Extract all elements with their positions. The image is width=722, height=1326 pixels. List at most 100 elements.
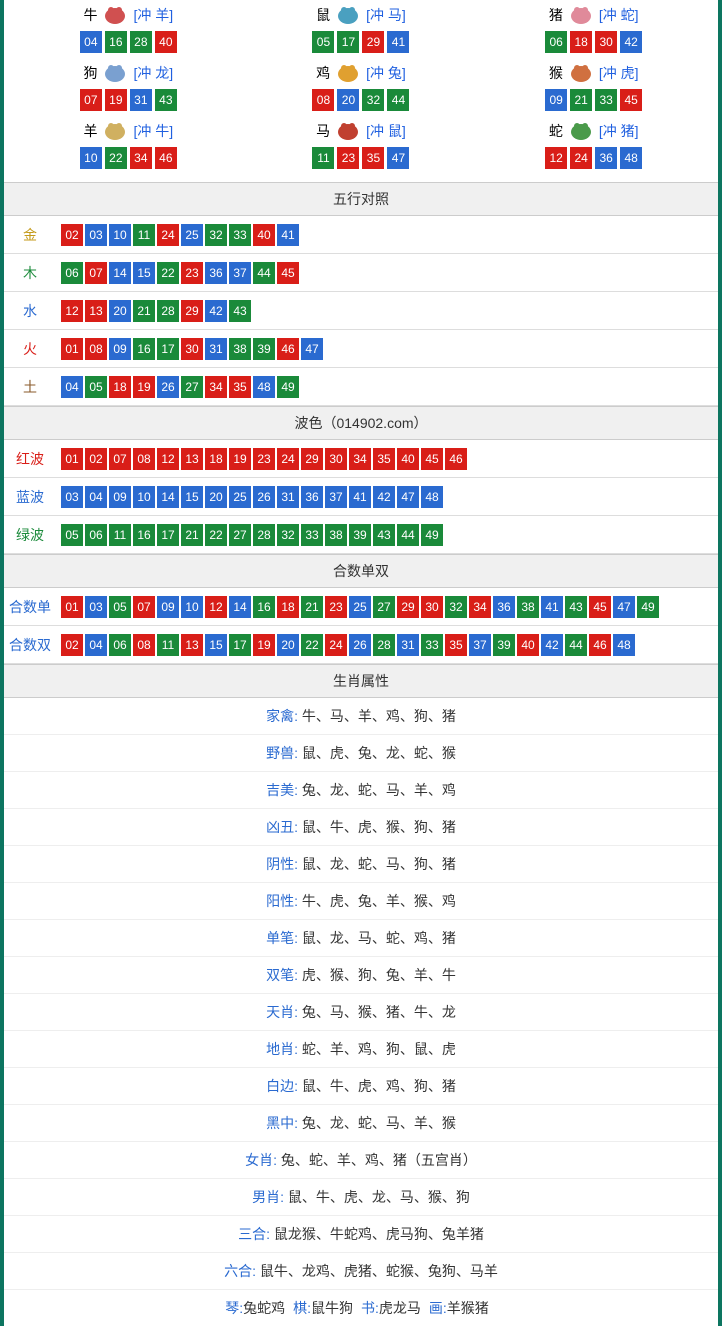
number-chip: 27: [181, 376, 203, 398]
number-chip: 35: [229, 376, 251, 398]
number-chip: 12: [545, 147, 567, 169]
number-chip: 19: [133, 376, 155, 398]
number-chip: 28: [130, 31, 152, 53]
number-chip: 09: [109, 486, 131, 508]
number-chip: 29: [362, 31, 384, 53]
bottom-label: 书:: [361, 1300, 379, 1316]
bottom-value: 虎龙马: [379, 1300, 421, 1316]
number-chip: 31: [130, 89, 152, 111]
number-chip: 29: [181, 300, 203, 322]
number-chip: 25: [229, 486, 251, 508]
number-chip: 03: [85, 596, 107, 618]
number-chip: 23: [181, 262, 203, 284]
number-chip: 48: [620, 147, 642, 169]
zodiac-name: 鸡: [316, 63, 330, 83]
number-chip: 08: [85, 338, 107, 360]
number-chip: 33: [595, 89, 617, 111]
wuxing-header: 五行对照: [4, 182, 718, 216]
zodiac-clash: [冲 龙]: [133, 63, 173, 83]
zodiac-name: 牛: [83, 5, 97, 25]
zodiac-numbers: 09213345: [477, 88, 710, 112]
attr-value: 兔、龙、蛇、马、羊、猴: [298, 1115, 456, 1131]
zodiac-clash: [冲 蛇]: [599, 5, 639, 25]
bottom-line: 琴:兔蛇鸡棋:鼠牛狗书:虎龙马画:羊猴猪: [4, 1290, 718, 1326]
row-values: 0204060811131517192022242628313335373940…: [56, 629, 718, 661]
number-chip: 49: [421, 524, 443, 546]
number-chip: 45: [589, 596, 611, 618]
number-chip: 11: [109, 524, 131, 546]
number-chip: 02: [61, 224, 83, 246]
attr-row: 阴性: 鼠、龙、蛇、马、狗、猪: [4, 846, 718, 883]
zodiac-icon: [567, 4, 595, 26]
number-chip: 39: [349, 524, 371, 546]
attr-row: 六合: 鼠牛、龙鸡、虎猪、蛇猴、兔狗、马羊: [4, 1253, 718, 1290]
number-chip: 23: [253, 448, 275, 470]
zodiac-name: 猪: [549, 5, 563, 25]
number-chip: 42: [373, 486, 395, 508]
attr-row: 女肖: 兔、蛇、羊、鸡、猪（五宫肖）: [4, 1142, 718, 1179]
zodiac-cell: 猴[冲 虎]09213345: [477, 58, 710, 116]
number-chip: 31: [397, 634, 419, 656]
zodiac-name: 马: [316, 121, 330, 141]
attr-value: 鼠、龙、蛇、马、狗、猪: [298, 856, 456, 872]
number-chip: 40: [155, 31, 177, 53]
data-row: 木06071415222336374445: [4, 254, 718, 292]
attr-row: 男肖: 鼠、牛、虎、龙、马、猴、狗: [4, 1179, 718, 1216]
number-chip: 42: [205, 300, 227, 322]
number-chip: 47: [397, 486, 419, 508]
number-chip: 02: [85, 448, 107, 470]
number-chip: 10: [181, 596, 203, 618]
number-chip: 16: [105, 31, 127, 53]
number-chip: 07: [109, 448, 131, 470]
number-chip: 22: [205, 524, 227, 546]
row-label: 水: [4, 295, 56, 327]
number-chip: 36: [493, 596, 515, 618]
number-chip: 06: [85, 524, 107, 546]
attr-row: 野兽: 鼠、虎、兔、龙、蛇、猴: [4, 735, 718, 772]
data-row: 水1213202128294243: [4, 292, 718, 330]
row-values: 02031011242532334041: [56, 219, 718, 251]
number-chip: 45: [620, 89, 642, 111]
number-chip: 29: [301, 448, 323, 470]
data-row: 红波0102070812131819232429303435404546: [4, 440, 718, 478]
number-chip: 18: [205, 448, 227, 470]
wuxing-rows: 金02031011242532334041木060714152223363744…: [4, 216, 718, 406]
number-chip: 11: [157, 634, 179, 656]
row-label: 蓝波: [4, 481, 56, 513]
number-chip: 29: [397, 596, 419, 618]
attr-value: 牛、马、羊、鸡、狗、猪: [298, 708, 456, 724]
number-chip: 09: [545, 89, 567, 111]
data-row: 火0108091617303138394647: [4, 330, 718, 368]
attr-row: 地肖: 蛇、羊、鸡、狗、鼠、虎: [4, 1031, 718, 1068]
row-values: 03040910141520252631363741424748: [56, 481, 718, 513]
row-values: 1213202128294243: [56, 295, 718, 327]
number-chip: 32: [362, 89, 384, 111]
number-chip: 13: [85, 300, 107, 322]
number-chip: 38: [517, 596, 539, 618]
zodiac-icon: [334, 62, 362, 84]
number-chip: 03: [85, 224, 107, 246]
row-values: 0108091617303138394647: [56, 333, 718, 365]
number-chip: 33: [229, 224, 251, 246]
number-chip: 16: [133, 338, 155, 360]
number-chip: 41: [277, 224, 299, 246]
number-chip: 40: [517, 634, 539, 656]
number-chip: 20: [205, 486, 227, 508]
number-chip: 46: [155, 147, 177, 169]
row-label: 红波: [4, 443, 56, 475]
number-chip: 45: [277, 262, 299, 284]
zodiac-icon: [567, 120, 595, 142]
number-chip: 07: [133, 596, 155, 618]
number-chip: 07: [80, 89, 102, 111]
attr-row: 白边: 鼠、牛、虎、鸡、狗、猪: [4, 1068, 718, 1105]
number-chip: 09: [157, 596, 179, 618]
number-chip: 26: [253, 486, 275, 508]
number-chip: 07: [85, 262, 107, 284]
row-values: 0102070812131819232429303435404546: [56, 443, 718, 475]
attr-row: 双笔: 虎、猴、狗、兔、羊、牛: [4, 957, 718, 994]
zodiac-name: 蛇: [549, 121, 563, 141]
number-chip: 46: [277, 338, 299, 360]
number-chip: 10: [133, 486, 155, 508]
number-chip: 10: [80, 147, 102, 169]
number-chip: 17: [337, 31, 359, 53]
